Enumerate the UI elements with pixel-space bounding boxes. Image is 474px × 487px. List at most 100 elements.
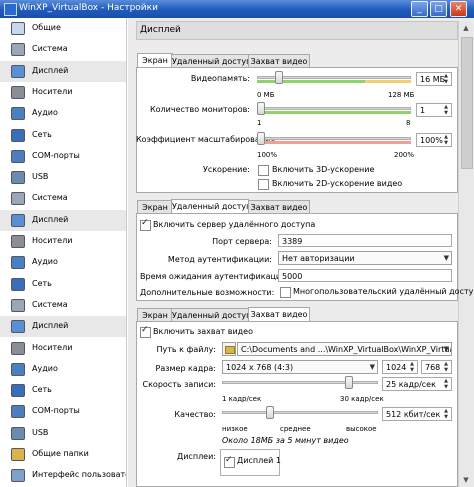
video-memory-slider-handle[interactable] xyxy=(275,71,284,84)
sidebar-item-label: Носители xyxy=(32,236,73,245)
enable-video-capture-checkbox[interactable] xyxy=(140,325,151,338)
sidebar-item[interactable]: Общие xyxy=(0,18,126,39)
frame-width-spinbox[interactable]: 1024 ▲ ▼ xyxy=(382,360,418,374)
quality-label: Качество: xyxy=(174,410,216,419)
screens-list: Дисплей 1 xyxy=(220,449,281,476)
auth-timeout-input[interactable]: 5000 xyxy=(278,269,452,282)
scroll-down-arrow-icon[interactable]: ▼ xyxy=(459,473,473,487)
enable-video-capture-label[interactable]: Включить захват видео xyxy=(153,327,253,336)
multi-connection-checkbox[interactable] xyxy=(280,287,291,298)
extended-features-label: Дополнительные возможности: xyxy=(140,288,275,297)
maximize-button[interactable]: □ xyxy=(430,1,447,17)
sidebar-item[interactable]: Дисплей xyxy=(0,316,126,338)
sidebar-item-label: Аудио xyxy=(32,108,58,118)
sidebar-item[interactable]: Носители xyxy=(0,82,126,103)
monitor-count-slider-handle[interactable] xyxy=(257,102,265,115)
enable-3d-label[interactable]: Включить 3D-ускорение xyxy=(272,165,374,174)
enable-2d-label[interactable]: Включить 2D-ускорение видео xyxy=(272,179,402,188)
quality-slider-handle[interactable] xyxy=(266,406,275,419)
tab-video-capture-3[interactable]: Захват видео xyxy=(248,307,310,322)
scroll-up-arrow-icon[interactable]: ▲ xyxy=(459,21,473,35)
frame-rate-min-label: 1 кадр/сек xyxy=(222,395,262,403)
tab-screen-3[interactable]: Экран xyxy=(137,308,173,322)
tab-remote-access-3[interactable]: Удаленный доступ xyxy=(171,308,251,322)
sidebar-item[interactable]: USB xyxy=(0,167,126,188)
sidebar-item[interactable]: Аудио xyxy=(0,252,126,273)
settings-sidebar: Общие Система Дисплей Носители Аудио Сеть COM-… xyxy=(0,18,127,487)
close-button[interactable]: ✕ xyxy=(450,1,467,17)
sidebar-item[interactable]: Система xyxy=(0,39,126,60)
frame-size-select[interactable]: 1024 x 768 (4:3) ▼ xyxy=(222,360,378,374)
sidebar-item[interactable]: Дисплей xyxy=(0,60,126,82)
sidebar-item[interactable]: Сеть xyxy=(0,125,126,146)
enable-remote-server-label[interactable]: Включить сервер удалённого доступа xyxy=(153,220,315,229)
quality-spinbox[interactable]: 512 кбит/сек ▲ ▼ xyxy=(382,407,452,421)
tab-screen-2[interactable]: Экран xyxy=(137,200,173,214)
scale-factor-spinbox[interactable]: 100% ▲ ▼ xyxy=(416,133,452,147)
scale-factor-slider-handle[interactable] xyxy=(257,132,265,145)
video-memory-slider[interactable] xyxy=(257,71,411,84)
audio-icon xyxy=(11,107,25,121)
sidebar-item[interactable]: COM-порты xyxy=(0,146,126,167)
video-memory-spinbox[interactable]: 16 МБ ▲ ▼ xyxy=(416,72,452,86)
sidebar-item[interactable]: Сеть xyxy=(0,380,126,401)
sidebar-item[interactable]: Система xyxy=(0,188,126,209)
enable-3d-checkbox[interactable] xyxy=(258,165,269,176)
sidebar-item-label: Аудио xyxy=(32,363,58,373)
sidebar-item[interactable]: Дисплей xyxy=(0,209,126,231)
sidebar-item[interactable]: Система xyxy=(0,295,126,316)
monitor-count-max-label: 8 xyxy=(406,119,411,127)
tab-video-capture-2[interactable]: Захват видео xyxy=(248,200,310,214)
enable-remote-server-checkbox[interactable] xyxy=(140,218,151,231)
sidebar-item[interactable]: Носители xyxy=(0,338,126,359)
sidebar-item[interactable]: Аудио xyxy=(0,359,126,380)
auth-method-select[interactable]: Нет авторизации ▼ xyxy=(278,251,452,265)
frame-rate-slider-handle[interactable] xyxy=(344,376,353,389)
serial-icon xyxy=(11,149,25,163)
acceleration-label: Ускорение: xyxy=(202,165,250,174)
tab-screen[interactable]: Экран xyxy=(137,53,173,68)
monitor-count-slider[interactable] xyxy=(257,102,411,115)
folder-icon[interactable] xyxy=(222,342,236,356)
file-path-select[interactable]: C:\Documents and ...\WinXP_VirtualBox\Wi… xyxy=(237,342,452,356)
scale-min-label: 100% xyxy=(257,151,278,159)
main-scrollbar[interactable]: ▲ ▼ xyxy=(458,21,473,487)
frame-size-label: Размер кадра: xyxy=(155,364,217,373)
display-icon xyxy=(11,64,25,78)
sidebar-item[interactable]: Носители xyxy=(0,231,126,252)
multi-connection-label[interactable]: Многопользовательский удалённый доступ xyxy=(293,287,474,296)
quality-medium-label: среднее xyxy=(280,425,311,433)
sidebar-item-label: Дисплей xyxy=(32,214,69,224)
sidebar-item-label: Сеть xyxy=(32,129,52,139)
scrollbar-thumb[interactable] xyxy=(461,37,473,169)
sidebar-item-label: Сеть xyxy=(32,385,52,395)
scale-factor-slider[interactable] xyxy=(257,132,411,145)
file-path-label: Путь к файлу: xyxy=(156,345,216,354)
sidebar-item[interactable]: Сеть xyxy=(0,274,126,295)
frame-rate-spinbox[interactable]: 25 кадр/сек ▲ ▼ xyxy=(382,377,452,391)
quality-high-label: высокое xyxy=(346,425,377,433)
enable-2d-checkbox[interactable] xyxy=(258,179,269,190)
minimize-button[interactable]: _ xyxy=(411,1,428,17)
screen-1-checkbox[interactable] xyxy=(224,455,235,468)
title-bar: WinXP_VirtualBox - Настройки _ □ ✕ xyxy=(0,0,474,18)
server-port-input[interactable]: 3389 xyxy=(278,234,452,247)
tab-remote-access-2[interactable]: Удаленный доступ xyxy=(171,199,251,214)
tab-remote-access[interactable]: Удаленный доступ xyxy=(171,54,251,68)
screen-1-label[interactable]: Дисплей 1 xyxy=(237,456,281,465)
sidebar-item[interactable]: Интерфейс пользователя xyxy=(0,465,126,486)
sidebar-item-label: Дисплей xyxy=(32,65,69,75)
frame-rate-slider[interactable] xyxy=(222,376,378,389)
auth-timeout-label: Время ожидания аутентификации: xyxy=(140,272,290,281)
sidebar-item[interactable]: COM-порты xyxy=(0,401,126,422)
display-icon xyxy=(11,320,25,334)
frame-height-spinbox[interactable]: 768 ▲ ▼ xyxy=(421,360,452,374)
chevron-down-icon: ▼ xyxy=(443,345,449,353)
monitor-count-spinbox[interactable]: 1 ▲ ▼ xyxy=(416,103,452,117)
sidebar-item-label: Носители xyxy=(32,86,73,96)
sidebar-item[interactable]: Аудио xyxy=(0,103,126,124)
sidebar-item[interactable]: USB xyxy=(0,423,126,444)
quality-slider[interactable] xyxy=(222,406,378,419)
sidebar-item[interactable]: Общие папки xyxy=(0,444,126,465)
tab-video-capture[interactable]: Захват видео xyxy=(248,54,310,68)
